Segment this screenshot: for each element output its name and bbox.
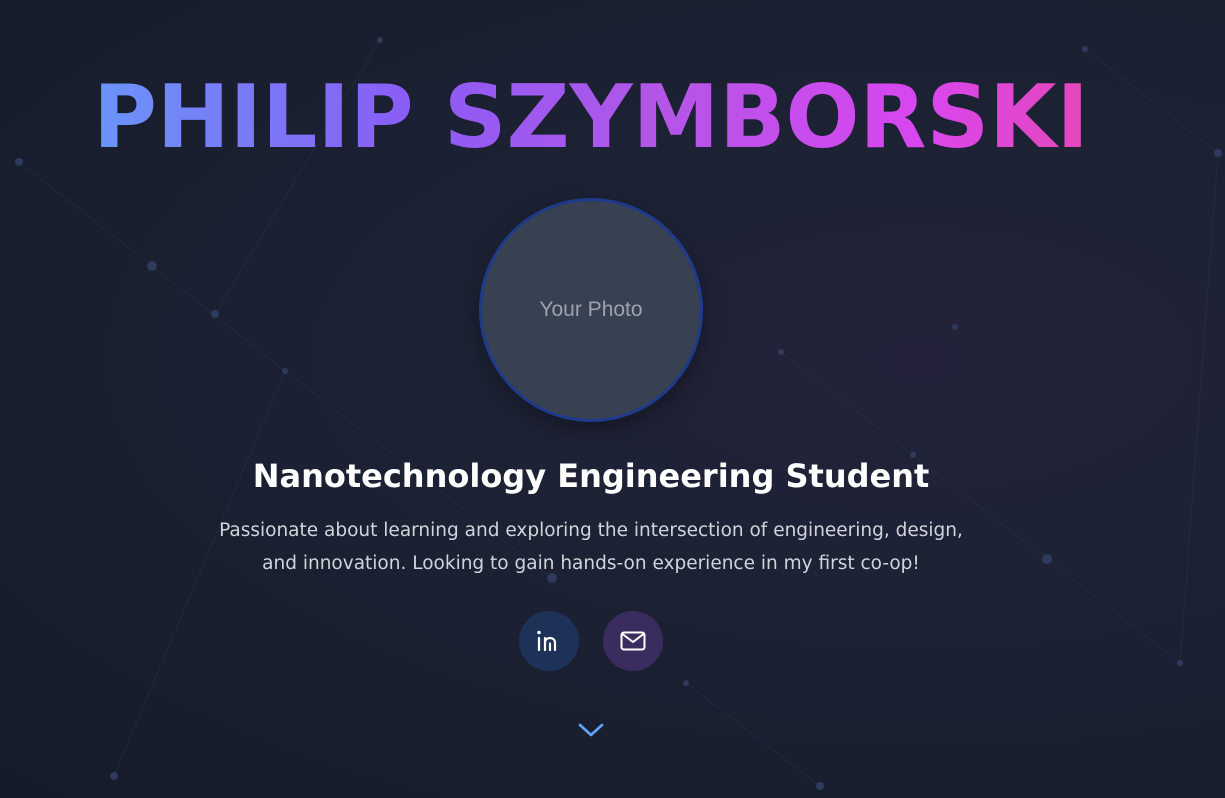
hero-subtitle: Nanotechnology Engineering Student	[252, 457, 930, 495]
mail-icon	[620, 631, 646, 651]
linkedin-button[interactable]	[519, 611, 579, 671]
email-button[interactable]	[603, 611, 663, 671]
page-title: PHILIP SZYMBORSKI	[0, 62, 1182, 172]
profile-photo-placeholder: Your Photo	[479, 198, 703, 422]
linkedin-icon	[537, 630, 557, 652]
scroll-down-button[interactable]	[576, 716, 606, 744]
hero-description: Passionate about learning and exploring …	[219, 520, 963, 574]
photo-placeholder-label: Your Photo	[539, 298, 643, 321]
chevron-down-icon	[578, 723, 604, 737]
hero-section: PHILIP SZYMBORSKI Your Photo Nanotechnol…	[0, 0, 1225, 798]
